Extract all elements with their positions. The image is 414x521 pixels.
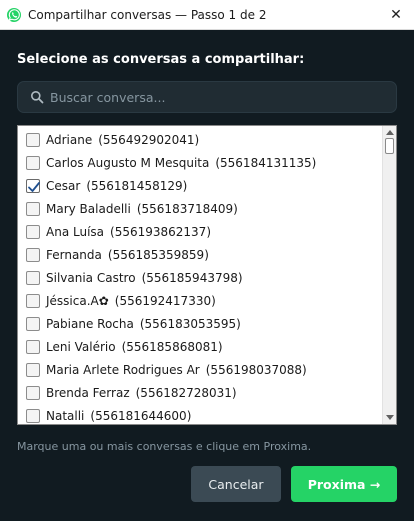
contact-checkbox[interactable] bbox=[26, 362, 40, 377]
search-box[interactable] bbox=[17, 81, 397, 113]
contact-phone: (556192417330) bbox=[114, 293, 216, 308]
hint-text: Marque uma ou mais conversas e clique em… bbox=[17, 440, 312, 453]
contact-phone: (556184131135) bbox=[215, 155, 317, 170]
contact-checkbox[interactable] bbox=[26, 270, 40, 285]
scroll-down-arrow-icon[interactable] bbox=[386, 415, 394, 421]
cancel-button[interactable]: Cancelar bbox=[191, 466, 281, 502]
contact-checkbox[interactable] bbox=[26, 178, 40, 193]
contact-name: Brenda Ferraz bbox=[46, 385, 130, 400]
list-scrollbar[interactable] bbox=[382, 126, 396, 424]
contact-phone: (556198037088) bbox=[205, 362, 307, 377]
contact-phone: (556183053595) bbox=[139, 316, 241, 331]
contact-name: Mary Baladelli bbox=[46, 201, 131, 216]
contact-checkbox[interactable] bbox=[26, 201, 40, 216]
whatsapp-logo-icon bbox=[6, 7, 22, 23]
contact-rows: Adriane (556492902041) Carlos Augusto M Me… bbox=[18, 128, 382, 424]
contact-name: Cesar bbox=[46, 178, 81, 193]
contact-name: Natalli bbox=[46, 408, 85, 423]
contact-phone: (556181644600) bbox=[90, 408, 192, 423]
contact-name: Pabiane Rocha bbox=[46, 316, 134, 331]
contact-checkbox[interactable] bbox=[26, 132, 40, 147]
contact-row[interactable]: Cesar (556181458129) bbox=[18, 174, 382, 197]
contact-checkbox[interactable] bbox=[26, 247, 40, 262]
next-button[interactable]: Proxima → bbox=[291, 466, 397, 502]
contact-phone: (556185359859) bbox=[107, 247, 209, 262]
contact-row[interactable]: Ana Luísa (556193862137) bbox=[18, 220, 382, 243]
contact-phone: (556185868081) bbox=[121, 339, 223, 354]
contact-row[interactable]: Mary Baladelli (556183718409) bbox=[18, 197, 382, 220]
contact-name: Leni Valério bbox=[46, 339, 116, 354]
contact-checkbox[interactable] bbox=[26, 224, 40, 239]
contact-phone: (556193862137) bbox=[110, 224, 211, 239]
contact-row[interactable]: Natalli (556181644600) bbox=[18, 404, 382, 424]
contact-phone: (556183718409) bbox=[136, 201, 238, 216]
contact-name: Ana Luísa bbox=[46, 224, 105, 239]
search-icon bbox=[31, 91, 44, 104]
contact-checkbox[interactable] bbox=[26, 339, 40, 354]
contact-row[interactable]: Maria Arlete Rodrigues Ar (556198037088) bbox=[18, 358, 382, 381]
contact-row[interactable]: Jéssica.A✿ (556192417330) bbox=[18, 289, 382, 312]
contact-name: Silvania Castro bbox=[46, 270, 136, 285]
checkmark-icon bbox=[28, 181, 40, 192]
window-title: Compartilhar conversas — Passo 1 de 2 bbox=[28, 7, 267, 22]
contact-row[interactable]: Silvania Castro (556185943798) bbox=[18, 266, 382, 289]
contact-phone: (556182728031) bbox=[135, 385, 237, 400]
contact-phone: (556181458129) bbox=[86, 178, 188, 193]
contact-name: Maria Arlete Rodrigues Ar bbox=[46, 362, 200, 377]
contact-row[interactable]: Leni Valério (556185868081) bbox=[18, 335, 382, 358]
contact-phone: (556185943798) bbox=[141, 270, 243, 285]
contact-checkbox[interactable] bbox=[26, 293, 40, 308]
contact-checkbox[interactable] bbox=[26, 408, 40, 423]
contact-row[interactable]: Pabiane Rocha (556183053595) bbox=[18, 312, 382, 335]
contact-list[interactable]: Adriane (556492902041) Carlos Augusto M Me… bbox=[17, 125, 397, 425]
contact-row[interactable]: Adriane (556492902041) bbox=[18, 128, 382, 151]
contact-row[interactable]: Carlos Augusto M Mesquita (556184131135) bbox=[18, 151, 382, 174]
page-heading: Selecione as conversas a compartilhar: bbox=[17, 52, 305, 67]
contact-row[interactable]: Fernanda (556185359859) bbox=[18, 243, 382, 266]
window-titlebar: Compartilhar conversas — Passo 1 de 2 ✕ bbox=[0, 0, 414, 30]
contact-name: Jéssica.A✿ bbox=[46, 293, 109, 308]
contact-checkbox[interactable] bbox=[26, 385, 40, 400]
contact-row[interactable]: Brenda Ferraz (556182728031) bbox=[18, 381, 382, 404]
contact-name: Fernanda bbox=[46, 247, 102, 262]
close-icon: ✕ bbox=[390, 6, 402, 22]
contact-checkbox[interactable] bbox=[26, 155, 40, 170]
contact-name: Adriane bbox=[46, 132, 93, 147]
scrollbar-thumb[interactable] bbox=[385, 138, 394, 154]
close-button[interactable]: ✕ bbox=[378, 0, 414, 30]
contact-name: Carlos Augusto M Mesquita bbox=[46, 155, 210, 170]
scroll-up-arrow-icon[interactable] bbox=[386, 129, 394, 135]
contact-checkbox[interactable] bbox=[26, 316, 40, 331]
contact-phone: (556492902041) bbox=[98, 132, 200, 147]
search-input[interactable] bbox=[50, 89, 396, 105]
